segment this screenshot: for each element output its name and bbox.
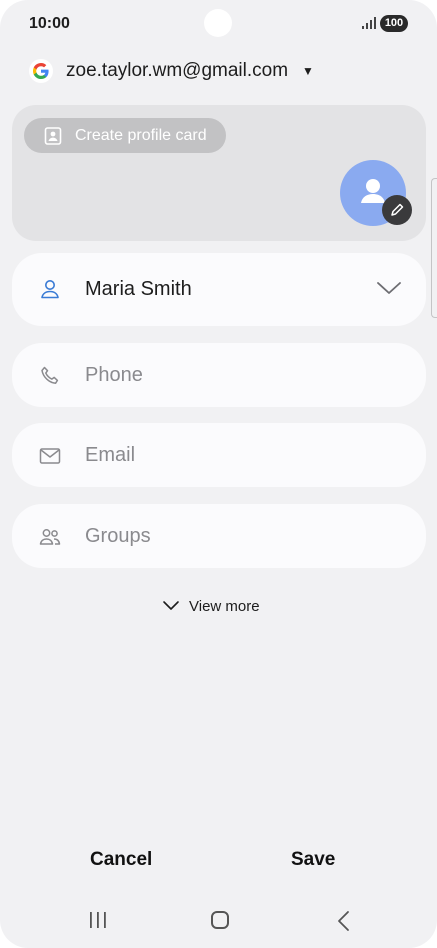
chevron-down-icon	[163, 601, 179, 610]
google-g-icon	[29, 59, 53, 83]
groups-field[interactable]: Groups	[12, 504, 426, 568]
save-button[interactable]: Save	[291, 849, 335, 871]
groups-icon	[39, 529, 61, 545]
email-field[interactable]: Email	[12, 423, 426, 487]
create-profile-card-label: Create profile card	[75, 126, 207, 144]
phone-field[interactable]: Phone	[12, 343, 426, 407]
person-icon	[41, 280, 59, 299]
battery-indicator: 100	[380, 15, 408, 32]
view-more-label: View more	[189, 597, 260, 615]
mail-icon	[39, 448, 61, 464]
name-value: Maria Smith	[85, 278, 192, 300]
phone-placeholder: Phone	[85, 364, 143, 386]
pencil-icon	[391, 203, 404, 216]
phone-icon	[41, 366, 59, 384]
email-placeholder: Email	[85, 444, 136, 466]
recent-apps-icon[interactable]	[88, 911, 108, 929]
account-selector[interactable]: zoe.taylor.wm@gmail.com ▼	[29, 57, 314, 85]
contact-editor-screen: 10:00 100 zoe.taylor.wm@gmail.com ▼ Crea…	[0, 0, 437, 948]
status-bar: 10:00 100	[0, 0, 437, 46]
chevron-down-icon[interactable]	[376, 280, 402, 296]
account-email: zoe.taylor.wm@gmail.com	[66, 60, 289, 81]
create-profile-card-button[interactable]: Create profile card	[24, 118, 226, 153]
front-camera	[204, 9, 232, 37]
status-time: 10:00	[29, 15, 70, 32]
groups-placeholder: Groups	[85, 525, 151, 547]
edit-photo-button[interactable]	[382, 195, 412, 225]
signal-icon	[362, 17, 376, 29]
profile-card: Create profile card	[12, 105, 426, 241]
scroll-indicator	[431, 178, 437, 318]
dropdown-caret-icon: ▼	[302, 64, 314, 78]
back-icon[interactable]	[336, 910, 350, 932]
cancel-button[interactable]: Cancel	[90, 849, 152, 871]
home-icon[interactable]	[211, 911, 229, 929]
name-field[interactable]: Maria Smith	[12, 253, 426, 326]
profile-card-icon	[44, 126, 62, 145]
view-more-button[interactable]: View more	[162, 596, 260, 616]
